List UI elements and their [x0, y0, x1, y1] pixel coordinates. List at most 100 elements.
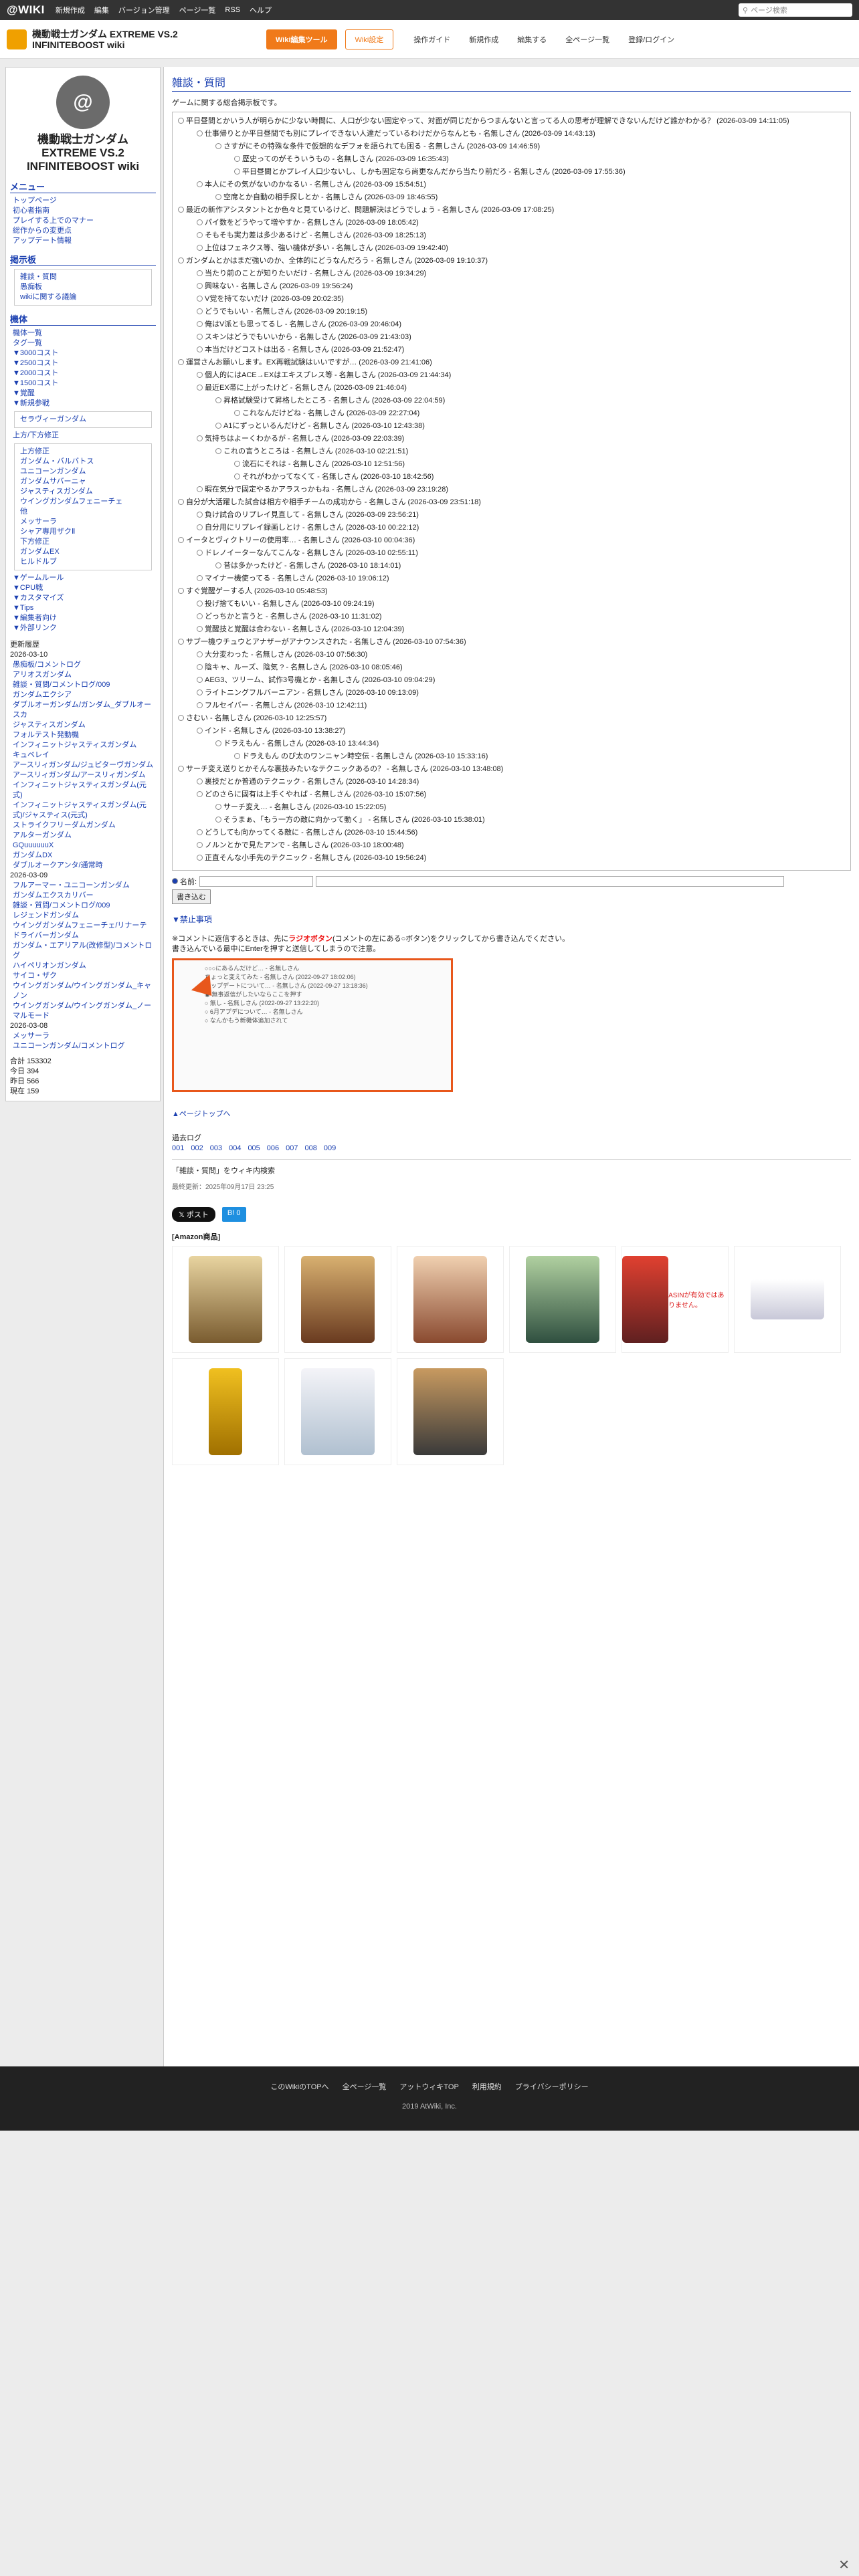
- reply-radio[interactable]: [197, 486, 203, 492]
- menu-link[interactable]: 総作からの変更点: [10, 226, 156, 236]
- log-link[interactable]: 006: [267, 1144, 279, 1152]
- reply-radio[interactable]: [215, 143, 221, 149]
- product-item[interactable]: [284, 1246, 391, 1353]
- reply-radio[interactable]: [197, 651, 203, 657]
- page-search-input[interactable]: ⚲ ページ検索: [739, 3, 852, 17]
- atwiki-logo[interactable]: @WIKI: [7, 3, 45, 17]
- reply-radio[interactable]: [215, 397, 221, 403]
- upward-link[interactable]: ウイングガンダムフェニーチェ: [17, 497, 149, 507]
- upward-link[interactable]: 上方修正: [17, 447, 149, 457]
- log-link[interactable]: 007: [286, 1144, 298, 1152]
- reply-radio[interactable]: [197, 601, 203, 607]
- notice-link[interactable]: 愚痴板: [17, 282, 149, 292]
- extra-link[interactable]: ▼外部リンク: [10, 623, 156, 633]
- menu-rss[interactable]: RSS: [225, 6, 240, 14]
- extra-link[interactable]: ▼ゲームルール: [10, 573, 156, 583]
- reply-radio[interactable]: [197, 702, 203, 708]
- product-item[interactable]: [397, 1358, 504, 1465]
- upward-link[interactable]: ガンダム・バルバトス: [17, 457, 149, 467]
- notice-link[interactable]: wikiに関する議論: [17, 292, 149, 302]
- update-link[interactable]: 雑談・質問/コメントログ/009: [10, 680, 156, 690]
- extra-link[interactable]: ▼カスタマイズ: [10, 593, 156, 603]
- update-link[interactable]: サイコ・ザク: [10, 971, 156, 981]
- update-link[interactable]: ジャスティスガンダム: [10, 720, 156, 730]
- reply-radio[interactable]: [178, 715, 184, 721]
- footer-link[interactable]: 利用規約: [472, 2083, 502, 2091]
- log-link[interactable]: 009: [324, 1144, 336, 1152]
- update-link[interactable]: GQuuuuuuX: [10, 841, 156, 851]
- reply-radio[interactable]: [197, 270, 203, 276]
- reply-radio[interactable]: [197, 232, 203, 238]
- reply-radio[interactable]: [197, 346, 203, 352]
- reply-radio[interactable]: [197, 791, 203, 797]
- update-link[interactable]: インフィニットジャスティスガンダム(元式): [10, 780, 156, 800]
- update-link[interactable]: インフィニットジャスティスガンダム: [10, 740, 156, 750]
- menu-edit[interactable]: 編集: [94, 5, 109, 15]
- footer-link[interactable]: プライバシーポリシー: [515, 2083, 589, 2091]
- upward-heading[interactable]: 上方/下方修正: [10, 431, 156, 441]
- reply-radio[interactable]: [178, 639, 184, 645]
- reply-radio[interactable]: [197, 130, 203, 136]
- update-link[interactable]: ユニコーンガンダム/コメントログ: [10, 1041, 156, 1051]
- menu-link[interactable]: 初心者指南: [10, 206, 156, 216]
- menu-link[interactable]: アップデート情報: [10, 236, 156, 246]
- reply-radio[interactable]: [197, 435, 203, 441]
- close-icon[interactable]: ✕: [838, 2557, 850, 2573]
- nav-all-pages[interactable]: 全ページ一覧: [565, 34, 609, 45]
- reply-radio[interactable]: [197, 550, 203, 556]
- product-item[interactable]: [509, 1246, 616, 1353]
- unit-link[interactable]: ▼新規参戦: [10, 399, 156, 409]
- update-link[interactable]: ガンダムエクスカリバー: [10, 891, 156, 901]
- site-logo[interactable]: @: [56, 76, 110, 129]
- upward-link[interactable]: ヒルドルブ: [17, 557, 149, 567]
- update-link[interactable]: ドライバーガンダム: [10, 931, 156, 941]
- reply-radio[interactable]: [197, 626, 203, 632]
- new-unit-link[interactable]: セラヴィーガンダム: [17, 415, 149, 425]
- reply-radio[interactable]: [178, 207, 184, 213]
- menu-pages[interactable]: ページ一覧: [179, 5, 216, 15]
- product-item[interactable]: ASINが有効ではありません。: [622, 1246, 729, 1353]
- reply-radio[interactable]: [234, 753, 240, 759]
- reply-radio[interactable]: [197, 778, 203, 784]
- upward-link[interactable]: シャア専用ザクⅡ: [17, 527, 149, 537]
- rules-toggle[interactable]: ▼禁止事項: [172, 914, 851, 925]
- unit-link[interactable]: ▼2500コスト: [10, 358, 156, 368]
- update-link[interactable]: アースリィガンダム/アースリィガンダム: [10, 770, 156, 780]
- reply-radio[interactable]: [215, 423, 221, 429]
- update-link[interactable]: ガンダムDX: [10, 851, 156, 861]
- product-item[interactable]: [397, 1246, 504, 1353]
- reply-radio[interactable]: [197, 613, 203, 619]
- reply-radio[interactable]: [197, 829, 203, 835]
- product-item[interactable]: [284, 1358, 391, 1465]
- update-link[interactable]: アリオスガンダム: [10, 670, 156, 680]
- update-link[interactable]: キュベレイ: [10, 750, 156, 760]
- reply-radio[interactable]: [197, 524, 203, 530]
- update-link[interactable]: ストライクフリーダムガンダム: [10, 821, 156, 831]
- reply-radio[interactable]: [178, 359, 184, 365]
- nav-guide[interactable]: 操作ガイド: [413, 34, 450, 45]
- log-link[interactable]: 008: [305, 1144, 317, 1152]
- wiki-search-link[interactable]: 「雑談・質問」をウィキ内検索: [172, 1159, 851, 1176]
- reply-radio[interactable]: [197, 219, 203, 225]
- update-link[interactable]: メッサーラ: [10, 1031, 156, 1041]
- nav-edit[interactable]: 編集する: [517, 34, 547, 45]
- reply-radio[interactable]: [215, 804, 221, 810]
- comment-input[interactable]: [316, 876, 785, 887]
- upward-link[interactable]: ガンダムEX: [17, 547, 149, 557]
- update-link[interactable]: インフィニットジャスティスガンダム(元式)/ジャスティス(元式): [10, 800, 156, 821]
- x-post-button[interactable]: 𝕏 ポスト: [172, 1207, 215, 1222]
- menu-link[interactable]: プレイする上でのマナー: [10, 216, 156, 226]
- reply-radio[interactable]: [234, 461, 240, 467]
- update-link[interactable]: ウイングガンダム/ウイングガンダム_ノーマルモード: [10, 1001, 156, 1021]
- unit-link[interactable]: タグ一覧: [10, 338, 156, 348]
- menu-version[interactable]: バージョン管理: [118, 5, 170, 15]
- page-top-link[interactable]: ▲ページトップへ: [172, 1108, 851, 1119]
- wiki-title[interactable]: 機動戦士ガンダム EXTREME VS.2 INFINITEBOOST wiki: [32, 29, 186, 50]
- update-link[interactable]: アースリィガンダム/ジュピターヴガンダム: [10, 760, 156, 770]
- menu-new[interactable]: 新規作成: [56, 5, 85, 15]
- reply-radio[interactable]: [215, 448, 221, 454]
- reply-radio[interactable]: [197, 842, 203, 848]
- unit-link[interactable]: ▼2000コスト: [10, 368, 156, 379]
- wiki-settings-button[interactable]: Wiki設定: [345, 29, 394, 49]
- update-link[interactable]: フルアーマー・ユニコーンガンダム: [10, 881, 156, 891]
